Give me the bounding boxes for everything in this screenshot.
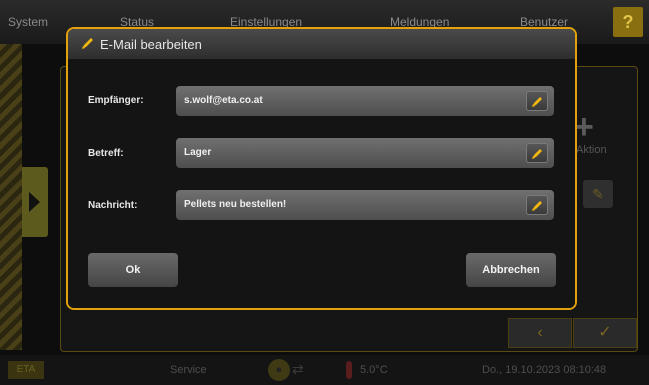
help-button[interactable]: ? xyxy=(613,7,643,37)
status-temperature: 5.0°C xyxy=(360,364,388,376)
left-side-stripes xyxy=(0,44,22,350)
brand-logo-icon: ETA xyxy=(8,361,44,379)
subject-label: Betreff: xyxy=(88,148,124,159)
subject-value: Lager xyxy=(184,147,212,158)
ok-button[interactable]: Ok xyxy=(88,253,178,287)
subject-field[interactable]: Lager xyxy=(176,138,554,168)
edit-message-button[interactable] xyxy=(526,195,548,215)
recipient-field[interactable]: s.wolf@eta.co.at xyxy=(176,86,554,116)
confirm-button[interactable]: ✓ xyxy=(573,318,637,348)
message-label: Nachricht: xyxy=(88,200,138,211)
background-edit-button[interactable]: ✎ xyxy=(583,180,613,208)
top-menu-item-system[interactable]: System xyxy=(8,15,48,29)
pellet-supply-icon: ● xyxy=(268,359,290,381)
edit-email-dialog: E-Mail bearbeiten Empfänger: s.wolf@eta.… xyxy=(66,27,577,310)
back-button[interactable]: ‹ xyxy=(508,318,572,348)
pencil-icon xyxy=(82,38,93,49)
status-datetime: Do., 19.10.2023 08:10:48 xyxy=(482,364,607,376)
swap-icon: ⇄ xyxy=(292,361,304,377)
screen: System Status Einstellungen Meldungen Be… xyxy=(0,0,649,385)
recipient-value: s.wolf@eta.co.at xyxy=(184,95,263,106)
edit-recipient-button[interactable] xyxy=(526,91,548,111)
status-mode: Service xyxy=(170,364,207,376)
cancel-button[interactable]: Abbrechen xyxy=(466,253,556,287)
status-bar: ETA Service ● ⇄ 5.0°C Do., 19.10.2023 08… xyxy=(0,355,649,385)
edit-subject-button[interactable] xyxy=(526,143,548,163)
pencil-icon xyxy=(532,201,542,211)
pencil-icon xyxy=(532,149,542,159)
dialog-header: E-Mail bearbeiten xyxy=(68,29,575,59)
expand-side-panel-button[interactable] xyxy=(22,167,48,237)
pencil-icon xyxy=(532,97,542,107)
message-field[interactable]: Pellets neu bestellen! xyxy=(176,190,554,220)
chevron-right-icon xyxy=(29,192,40,212)
recipient-label: Empfänger: xyxy=(88,95,144,106)
thermometer-icon xyxy=(346,361,352,379)
message-value: Pellets neu bestellen! xyxy=(184,199,287,210)
dialog-title: E-Mail bearbeiten xyxy=(100,37,202,52)
background-action-label: Aktion xyxy=(576,144,607,156)
dialog-body: Empfänger: s.wolf@eta.co.at Betreff: Lag… xyxy=(68,59,575,308)
